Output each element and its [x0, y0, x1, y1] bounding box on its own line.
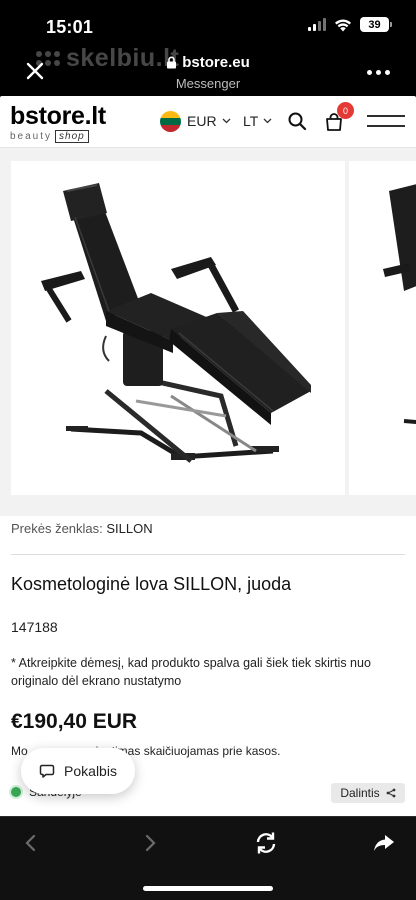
lock-icon — [167, 56, 177, 69]
product-gallery[interactable] — [0, 148, 416, 516]
logo-main-text: bstore.lt — [10, 102, 106, 130]
browser-app-name: Messenger — [175, 76, 241, 91]
web-page: bstore.lt beauty shop EUR LT 0 Prekės že… — [0, 96, 416, 816]
product-title: Kosmetologinė lova SILLON, juoda — [11, 574, 292, 594]
wifi-icon — [335, 19, 351, 31]
page-url: bstore.eu — [182, 54, 250, 71]
divider — [11, 554, 405, 555]
product-image — [383, 184, 416, 424]
in-app-browser-header: skelbiu.lt bstore.eu Messenger — [0, 44, 416, 96]
product-price: €190,40 EUR — [11, 710, 138, 733]
language-label: LT — [243, 113, 259, 129]
currency-label: EUR — [187, 113, 217, 129]
search-icon[interactable] — [287, 111, 307, 131]
url-block[interactable]: bstore.eu Messenger — [0, 54, 416, 91]
refresh-icon[interactable] — [253, 830, 279, 856]
status-bar: 15:01 39 — [0, 0, 416, 50]
product-sku: 147188 — [11, 619, 58, 635]
more-options-icon[interactable] — [367, 70, 390, 75]
gallery-slide[interactable] — [11, 161, 345, 495]
logo-shop-text: shop — [55, 130, 89, 143]
gallery-slide[interactable] — [349, 161, 416, 495]
home-indicator — [143, 886, 273, 891]
brand-label: Prekės ženklas: — [11, 521, 103, 536]
share-icon — [386, 788, 396, 798]
battery-level: 39 — [360, 17, 389, 32]
language-selector[interactable]: LT — [243, 113, 272, 129]
chevron-down-icon — [222, 118, 231, 124]
chat-bubble-icon — [39, 764, 55, 778]
forward-icon[interactable] — [137, 830, 163, 856]
chat-button[interactable]: Pokalbis — [21, 748, 135, 794]
currency-selector[interactable]: EUR — [187, 113, 231, 129]
share-label: Dalintis — [340, 786, 380, 800]
site-header: bstore.lt beauty shop EUR LT 0 — [0, 96, 416, 148]
chat-label: Pokalbis — [64, 763, 117, 779]
chevron-down-icon — [263, 118, 272, 124]
in-stock-dot-icon — [11, 787, 21, 797]
store-logo[interactable]: bstore.lt beauty shop — [10, 104, 106, 143]
brand-row: Prekės ženklas: SILLON — [11, 521, 153, 536]
hamburger-menu-icon[interactable] — [366, 114, 406, 128]
status-time: 15:01 — [46, 17, 94, 37]
back-icon[interactable] — [18, 830, 44, 856]
battery-icon: 39 — [360, 17, 392, 32]
product-image — [41, 183, 311, 463]
color-disclaimer: * Atkreipkite dėmesį, kad produkto spalv… — [11, 656, 371, 688]
cart-count-badge: 0 — [337, 102, 354, 119]
share-button[interactable]: Dalintis — [331, 783, 405, 803]
lithuania-flag-icon[interactable] — [160, 111, 181, 132]
brand-value[interactable]: SILLON — [106, 521, 152, 536]
share-forward-icon[interactable] — [371, 830, 397, 856]
cellular-signal-icon — [308, 18, 326, 31]
logo-sub-text: beauty — [10, 131, 53, 142]
status-icons: 39 — [308, 17, 392, 32]
